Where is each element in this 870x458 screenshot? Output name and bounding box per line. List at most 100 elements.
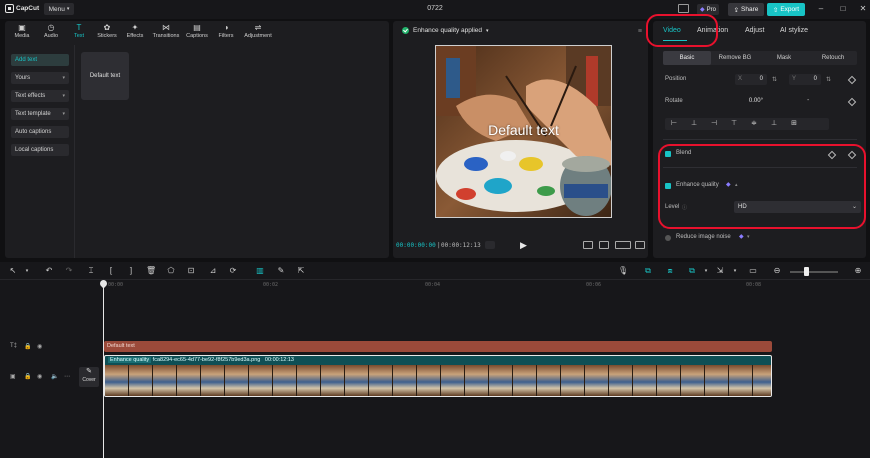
magic-wand-icon[interactable]: ✎ [276,266,286,276]
audio-mute-icon[interactable]: 🔈 [51,373,58,380]
reduce-noise-checkbox[interactable] [665,235,671,241]
position-y-field[interactable]: Y 0 [789,74,821,85]
rotate-label: Rotate [665,98,683,104]
ruler-label: 00:08 [746,282,762,288]
sidebar-item-yours[interactable]: Yours ▾ [11,72,69,84]
mirror-icon[interactable]: ⊿ [208,266,218,276]
clip-thumbnail-frame [705,365,729,396]
auto-snap-icon[interactable]: ⧈ [665,266,675,276]
fullscreen-preview-icon[interactable] [583,241,593,249]
share-label: Share [741,6,759,13]
lock-icon[interactable]: 🔒 [24,373,31,380]
clip-thumbnail-frame [201,365,225,396]
tab-adjustment[interactable]: ⇌ Adjustment [237,23,279,42]
crop-ratio-icon[interactable]: ▥ [255,266,265,276]
tab-effects[interactable]: ✦ Effects [118,23,152,42]
subtab-mask[interactable]: Mask [760,51,808,65]
link-icon[interactable]: ⇅ [826,76,831,83]
crop-icon[interactable] [599,241,609,249]
split-right-icon[interactable]: ] [126,266,136,276]
chevron-down-icon[interactable]: ▾ [701,266,711,276]
chevron-down-icon[interactable]: ▾ [747,234,750,240]
chevron-down-icon[interactable]: ▾ [730,266,740,276]
subtab-retouch[interactable]: Retouch [809,51,857,65]
keyframe-icon[interactable] [847,75,857,85]
auto-reframe-icon[interactable]: ⇱ [296,266,306,276]
default-text-card[interactable]: Default text [81,52,129,100]
video-clip[interactable]: Enhance quality fca8294-ec65-4d77-be92-f… [104,355,772,397]
text-clip[interactable]: Default text [104,341,772,352]
split-left-icon[interactable]: [ [106,266,116,276]
crop-icon[interactable]: ⊡ [186,266,196,276]
video-clip-duration: 00:00:12:13 [264,357,294,363]
share-button[interactable]: ⇪ Share [728,3,764,16]
zoom-slider-handle[interactable] [804,267,809,276]
redo-icon[interactable]: ↷ [64,266,74,276]
menu-lines-icon[interactable]: ≡ [638,28,642,35]
maximize-icon[interactable]: □ [837,3,849,15]
tab-ai-stylize[interactable]: AI stylize [780,27,808,34]
subtab-remove-bg[interactable]: Remove BG [711,51,759,65]
comment-icon[interactable]: ▭ [748,266,758,276]
sidebar-item-text-effects[interactable]: Text effects ▾ [11,90,69,102]
player-header[interactable]: Enhance quality applied ▾ [402,27,489,34]
zoom-slider-track[interactable] [790,271,838,273]
align-right-icon[interactable]: ⊣ [710,120,718,128]
distribute-icon[interactable]: ⊞ [790,120,798,128]
align-center-h-icon[interactable]: ⊥ [690,120,698,128]
timecode-toggle[interactable] [485,241,495,249]
zoom-out-icon[interactable]: ⊖ [772,266,782,276]
canvas-overlay-text[interactable]: Default text [436,122,611,138]
link-icon[interactable]: ⇅ [772,76,777,83]
cover-button[interactable]: ✎ Cover [79,367,99,387]
sidebar-item-auto-captions[interactable]: Auto captions [11,126,69,138]
sidebar-item-text-template[interactable]: Text template ▾ [11,108,69,120]
mask-icon[interactable]: ⬠ [166,266,176,276]
zoom-in-icon[interactable]: ⊕ [853,266,863,276]
transitions-icon: ⋈ [162,23,170,32]
align-center-v-icon[interactable]: ≑ [750,120,758,128]
eye-icon[interactable]: ◉ [37,343,42,350]
subtabs: Basic Remove BG Mask Retouch [663,51,857,65]
chevron-down-icon[interactable]: ▾ [22,266,32,276]
align-bottom-icon[interactable]: ⊥ [770,120,778,128]
layout-icon[interactable] [678,4,689,13]
align-left-icon[interactable]: ⊢ [670,120,678,128]
clip-thumbnails [105,365,771,396]
preview-canvas[interactable]: Default text [435,45,612,218]
playhead-line[interactable] [103,283,104,458]
sidebar-item-add-text[interactable]: Add text [11,54,69,66]
select-cursor-icon[interactable]: ↖ [8,266,18,276]
rotate-icon[interactable]: ⟳ [228,266,238,276]
rotate-field[interactable]: 0.00° [735,96,767,107]
expand-icon[interactable] [635,241,645,249]
delete-icon[interactable]: 🗑 [146,266,156,276]
ratio-icon[interactable] [615,241,631,249]
position-x-field[interactable]: X 0 [735,74,767,85]
sidebar-item-local-captions[interactable]: Local captions [11,144,69,156]
eye-icon[interactable]: ◉ [37,373,42,380]
minimize-icon[interactable]: – [815,3,827,15]
position-label: Position [665,76,687,82]
tab-transitions[interactable]: ⋈ Transitions [149,23,183,42]
close-icon[interactable]: ✕ [857,3,869,15]
undo-icon[interactable]: ↶ [44,266,54,276]
export-icon: ⇧ [772,6,779,14]
preview-axis-icon[interactable]: ⇲ [715,266,725,276]
play-icon[interactable]: ▶ [520,240,530,250]
split-icon[interactable]: ⌶ [86,266,96,276]
tab-adjust[interactable]: Adjust [745,27,764,34]
align-top-icon[interactable]: ⊤ [730,120,738,128]
keyframe-icon[interactable] [847,97,857,107]
timeline-ruler[interactable]: 00:00 00:02 00:04 00:06 00:08 [100,281,870,293]
main-track-magnet-icon[interactable]: ⧉ [643,266,653,276]
divider [663,139,857,140]
subtab-basic[interactable]: Basic [663,51,711,65]
export-label: Export [780,6,800,13]
more-icon[interactable]: ⋯ [64,373,70,380]
ruler-label: 00:04 [425,282,441,288]
export-button[interactable]: ⇧ Export [767,3,805,16]
microphone-icon[interactable]: 🎙 [618,266,628,276]
lock-icon[interactable]: 🔒 [24,343,31,350]
linkage-icon[interactable]: ⧉ [687,266,697,276]
